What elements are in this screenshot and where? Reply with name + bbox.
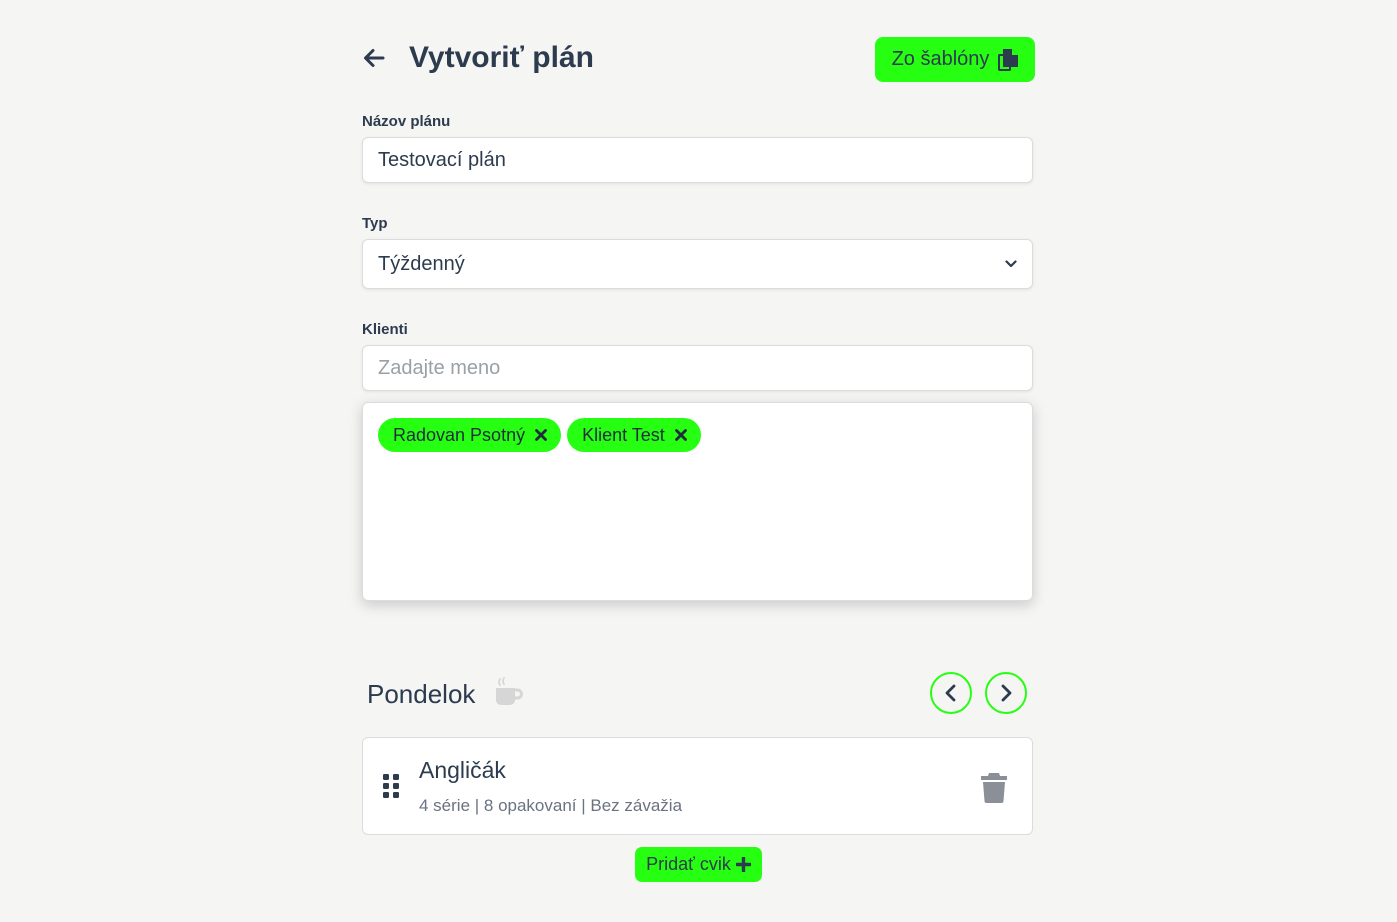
from-template-label: Zo šablóny <box>891 48 990 70</box>
client-chip-label: Radovan Psotný <box>393 424 526 445</box>
plus-icon <box>735 857 751 872</box>
close-icon[interactable] <box>674 429 687 441</box>
close-icon[interactable] <box>535 429 547 441</box>
plan-name-label: Názov plánu <box>362 113 451 130</box>
plan-type-select[interactable]: Týždenný <box>362 239 1033 289</box>
next-day-button[interactable] <box>985 672 1027 714</box>
page-header: Vytvoriť plán Zo šablóny <box>362 36 1035 82</box>
day-header: Pondelok <box>362 670 1035 718</box>
plan-type-label: Typ <box>362 215 388 232</box>
coffee-icon <box>496 677 523 705</box>
add-exercise-label: Pridať cvik <box>646 854 731 874</box>
copy-icon <box>998 48 1019 71</box>
from-template-button[interactable]: Zo šablóny <box>875 37 1035 82</box>
chevron-right-icon <box>1001 684 1012 702</box>
exercise-details: 4 série | 8 opakovaní | Bez závažia <box>419 796 683 815</box>
clients-label: Klienti <box>362 321 408 338</box>
trash-icon[interactable] <box>980 771 1008 803</box>
page-title: Vytvoriť plán <box>409 41 594 74</box>
chevron-down-icon <box>1005 260 1017 268</box>
arrow-left-icon[interactable] <box>362 46 386 70</box>
plan-name-input[interactable] <box>362 137 1033 183</box>
create-plan-page: Vytvoriť plán Zo šablóny Názov plánu Typ… <box>0 0 1397 922</box>
client-chip: Klient Test <box>567 418 701 452</box>
selected-clients-panel: Radovan Psotný Klient Test <box>362 402 1033 601</box>
previous-day-button[interactable] <box>930 672 972 714</box>
day-title: Pondelok <box>367 679 476 709</box>
plan-type-value: Týždenný <box>378 252 465 275</box>
chevron-left-icon <box>945 684 956 702</box>
client-search-input[interactable] <box>362 345 1033 391</box>
exercise-name: Angličák <box>419 757 506 783</box>
add-exercise-button[interactable]: Pridať cvik <box>635 847 762 882</box>
exercise-card: Angličák 4 série | 8 opakovaní | Bez záv… <box>362 737 1033 835</box>
client-chip: Radovan Psotný <box>378 418 562 452</box>
client-chip-label: Klient Test <box>582 424 665 445</box>
drag-handle-icon[interactable] <box>383 774 399 798</box>
